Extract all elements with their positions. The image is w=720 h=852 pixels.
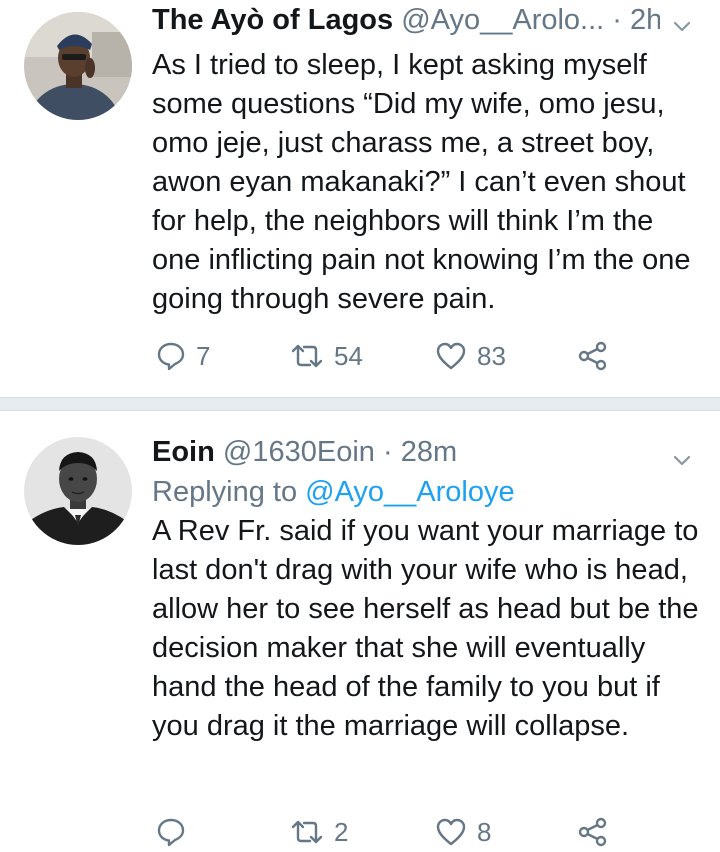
replying-to: Replying to @Ayo__Aroloye xyxy=(152,474,515,510)
tweet-text: As I tried to sleep, I kept asking mysel… xyxy=(152,49,691,315)
heart-icon xyxy=(436,818,466,846)
share-button[interactable] xyxy=(577,814,609,850)
tweet-text: A Rev Fr. said if you want your marriage… xyxy=(152,515,699,742)
tweet[interactable]: Eoin @1630Eoin · 28m Replying to @Ayo__A… xyxy=(0,411,720,852)
like-count: 83 xyxy=(477,340,506,371)
like-button[interactable]: 83 xyxy=(435,338,506,374)
retweet-button[interactable]: 54 xyxy=(290,338,363,374)
timestamp[interactable]: 2h xyxy=(630,4,660,36)
avatar-photo xyxy=(24,437,132,545)
heart-icon xyxy=(436,342,466,370)
user-handle[interactable]: @Ayo__Arolo... xyxy=(401,4,604,36)
separator-dot: · xyxy=(382,436,393,468)
share-icon xyxy=(578,341,607,371)
reply-icon xyxy=(157,818,185,847)
avatar[interactable] xyxy=(24,12,132,120)
user-handle[interactable]: @1630Eoin xyxy=(223,436,375,468)
tweet-header: The Ayò of Lagos @Ayo__Arolo... · 2h xyxy=(152,2,660,38)
retweet-count: 54 xyxy=(334,340,363,371)
reply-button[interactable] xyxy=(156,814,196,850)
avatar-photo xyxy=(24,12,132,120)
tweet-actions: 7 54 83 xyxy=(152,338,622,374)
tweet[interactable]: The Ayò of Lagos @Ayo__Arolo... · 2h As … xyxy=(0,0,720,397)
tweet-divider xyxy=(0,397,720,411)
display-name[interactable]: Eoin xyxy=(152,436,215,468)
like-button[interactable]: 8 xyxy=(435,814,491,850)
display-name[interactable]: The Ayò of Lagos xyxy=(152,4,393,36)
tweet-header: Eoin @1630Eoin · 28m xyxy=(152,434,660,470)
timestamp[interactable]: 28m xyxy=(401,436,457,468)
tweet-actions: 2 8 xyxy=(152,814,622,850)
retweet-icon xyxy=(291,820,323,844)
separator-dot: · xyxy=(612,4,622,36)
chevron-down-icon[interactable] xyxy=(670,14,694,38)
reply-button[interactable]: 7 xyxy=(156,338,210,374)
avatar[interactable] xyxy=(24,437,132,545)
replying-to-label: Replying to xyxy=(152,476,298,508)
reply-icon xyxy=(157,342,185,371)
reply-count: 7 xyxy=(196,340,211,371)
chevron-down-icon[interactable] xyxy=(670,448,694,472)
retweet-count: 2 xyxy=(334,816,349,847)
replying-to-handle[interactable]: @Ayo__Aroloye xyxy=(305,476,514,508)
retweet-icon xyxy=(291,344,323,368)
like-count: 8 xyxy=(477,816,492,847)
retweet-button[interactable]: 2 xyxy=(290,814,348,850)
share-icon xyxy=(578,817,607,847)
share-button[interactable] xyxy=(577,338,609,374)
